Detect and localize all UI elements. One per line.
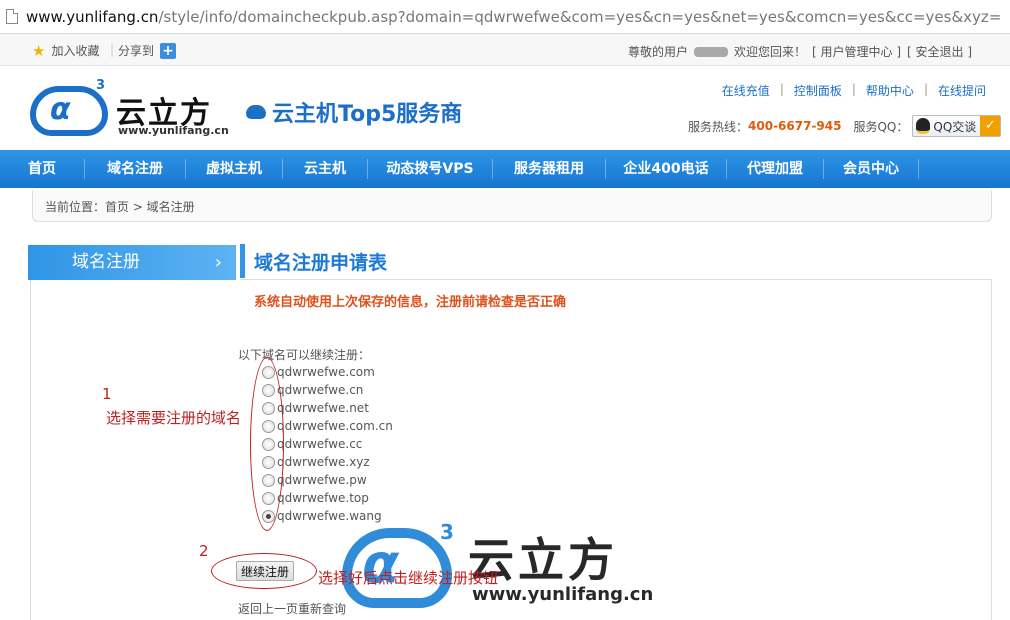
header-links: 在线充值 | 控制面板 | 帮助中心 | 在线提问 [722, 82, 986, 99]
link-separator: | [779, 82, 784, 96]
star-icon: ★ [32, 41, 46, 60]
logout-link[interactable]: [ 安全退出 ] [907, 43, 972, 60]
domain-option[interactable]: qdwrwefwe.com [262, 363, 393, 381]
qq-chat-button[interactable]: QQ交谈 ✓ [912, 115, 1002, 137]
link-separator: | [923, 82, 928, 96]
nav-domain[interactable]: 域名注册 [85, 150, 185, 188]
annotation-step1-text: 选择需要注册的域名 [106, 409, 242, 427]
nav-cloud-host[interactable]: 云主机 [283, 150, 367, 188]
annotation-ellipse [250, 357, 284, 531]
link-separator: | [851, 82, 856, 96]
slogan-text: 云主机Top5服务商 [272, 102, 463, 127]
chevron-right-icon: › [214, 252, 222, 273]
greeting-suffix: 欢迎您回来！ [734, 45, 807, 59]
cloud-icon [246, 105, 266, 119]
sidebar-title: 域名注册 [72, 252, 140, 272]
form-title: 域名注册申请表 [254, 252, 388, 274]
nav-agent[interactable]: 代理加盟 [727, 150, 823, 188]
user-center-link[interactable]: [ 用户管理中心 ] [812, 43, 901, 60]
available-label: 以下域名可以继续注册： [238, 348, 371, 362]
plus-icon[interactable]: + [160, 42, 177, 59]
link-ask-online[interactable]: 在线提问 [938, 82, 986, 99]
domain-name: qdwrwefwe.top [277, 491, 369, 505]
domain-name: qdwrwefwe.com.cn [277, 419, 393, 433]
title-accent-bar [240, 244, 245, 278]
url-domain: www.yunlifang.cn [26, 7, 159, 26]
qq-label: 服务QQ： [853, 119, 909, 134]
divider: | [110, 43, 115, 57]
qq-penguin-icon [916, 118, 931, 134]
hotline: 服务热线： 400-6677-945 服务QQ： QQ交谈 ✓ [688, 115, 1002, 137]
qq-chat-label: QQ交谈 [933, 119, 977, 134]
nav-vps[interactable]: 动态拨号VPS [368, 150, 492, 188]
logo-superscript: 3 [96, 78, 106, 93]
domain-name: qdwrwefwe.pw [277, 473, 367, 487]
annotation-step1-number: 1 [102, 385, 112, 403]
watermark-domain: www.yunlifang.cn [472, 584, 654, 605]
annotation-step2-text: 选择好后点击继续注册按钮 [318, 569, 499, 587]
domain-name: qdwrwefwe.cn [277, 383, 364, 397]
top-bar: ★ 加入收藏 | 分享到 + 尊敬的用户 欢迎您回来！ [ 用户管理中心 ] [… [0, 34, 1010, 66]
link-control-panel[interactable]: 控制面板 [794, 82, 842, 99]
domain-name: qdwrwefwe.net [277, 401, 369, 415]
nav-member[interactable]: 会员中心 [824, 150, 918, 188]
slogan: 云主机Top5服务商 [246, 96, 462, 128]
add-favorite-label: 加入收藏 [51, 44, 100, 58]
greeting-prefix: 尊敬的用户 [628, 45, 689, 59]
back-requery-link[interactable]: 返回上一页重新查询 [238, 600, 346, 617]
url-path: /style/info/domaincheckpub.asp?domain=qd… [158, 7, 1002, 26]
site-header: α 3 云立方 www.yunlifang.cn 云主机Top5服务商 在线充值… [0, 66, 1010, 150]
share-link[interactable]: 分享到 + [118, 42, 177, 59]
annotation-step2-number: 2 [199, 542, 209, 560]
domain-name: qdwrwefwe.com [277, 365, 375, 379]
watermark-logo: α 3 云立方 www.yunlifang.cn [342, 520, 672, 612]
logo-domain: www.yunlifang.cn [118, 124, 229, 137]
nav-divider [918, 159, 919, 179]
site-logo[interactable]: α 3 云立方 www.yunlifang.cn [30, 78, 230, 138]
notice-text: 系统自动使用上次保存的信息，注册前请检查是否正确 [254, 295, 567, 310]
form-header: 域名注册申请表 [240, 242, 992, 280]
username-redacted [694, 46, 729, 57]
address-bar[interactable]: www.yunlifang.cn/style/info/domaincheckp… [0, 0, 1010, 34]
domain-option[interactable]: qdwrwefwe.top [262, 489, 393, 507]
domain-name: qdwrwefwe.xyz [277, 455, 370, 469]
page-icon [6, 9, 18, 24]
breadcrumb: 当前位置：首页 > 域名注册 [32, 190, 992, 222]
user-greeting: 尊敬的用户 欢迎您回来！ [ 用户管理中心 ] [ 安全退出 ] [628, 43, 972, 60]
share-label: 分享到 [118, 44, 155, 58]
logo-alpha-icon: α [50, 92, 71, 127]
nav-virtual-host[interactable]: 虚拟主机 [186, 150, 282, 188]
hotline-label: 服务热线： [688, 119, 749, 134]
domain-name: qdwrwefwe.cc [277, 437, 363, 451]
link-recharge[interactable]: 在线充值 [722, 82, 770, 99]
check-icon: ✓ [980, 116, 1001, 136]
watermark-superscript: 3 [440, 520, 454, 544]
link-help-center[interactable]: 帮助中心 [866, 82, 914, 99]
url-text[interactable]: www.yunlifang.cn/style/info/domaincheckp… [26, 8, 1001, 26]
main-nav: 首页 域名注册 虚拟主机 云主机 动态拨号VPS 服务器租用 企业400电话 代… [0, 150, 1010, 188]
nav-home[interactable]: 首页 [0, 150, 84, 188]
nav-400-phone[interactable]: 企业400电话 [606, 150, 726, 188]
nav-server-rent[interactable]: 服务器租用 [493, 150, 605, 188]
add-favorite-link[interactable]: ★ 加入收藏 [32, 42, 99, 59]
domain-option[interactable]: qdwrwefwe.cn [262, 381, 393, 399]
hotline-number: 400-6677-945 [748, 119, 842, 133]
sidebar-domain-register[interactable]: 域名注册 › [28, 245, 236, 280]
continue-register-button[interactable]: 继续注册 [236, 561, 295, 581]
